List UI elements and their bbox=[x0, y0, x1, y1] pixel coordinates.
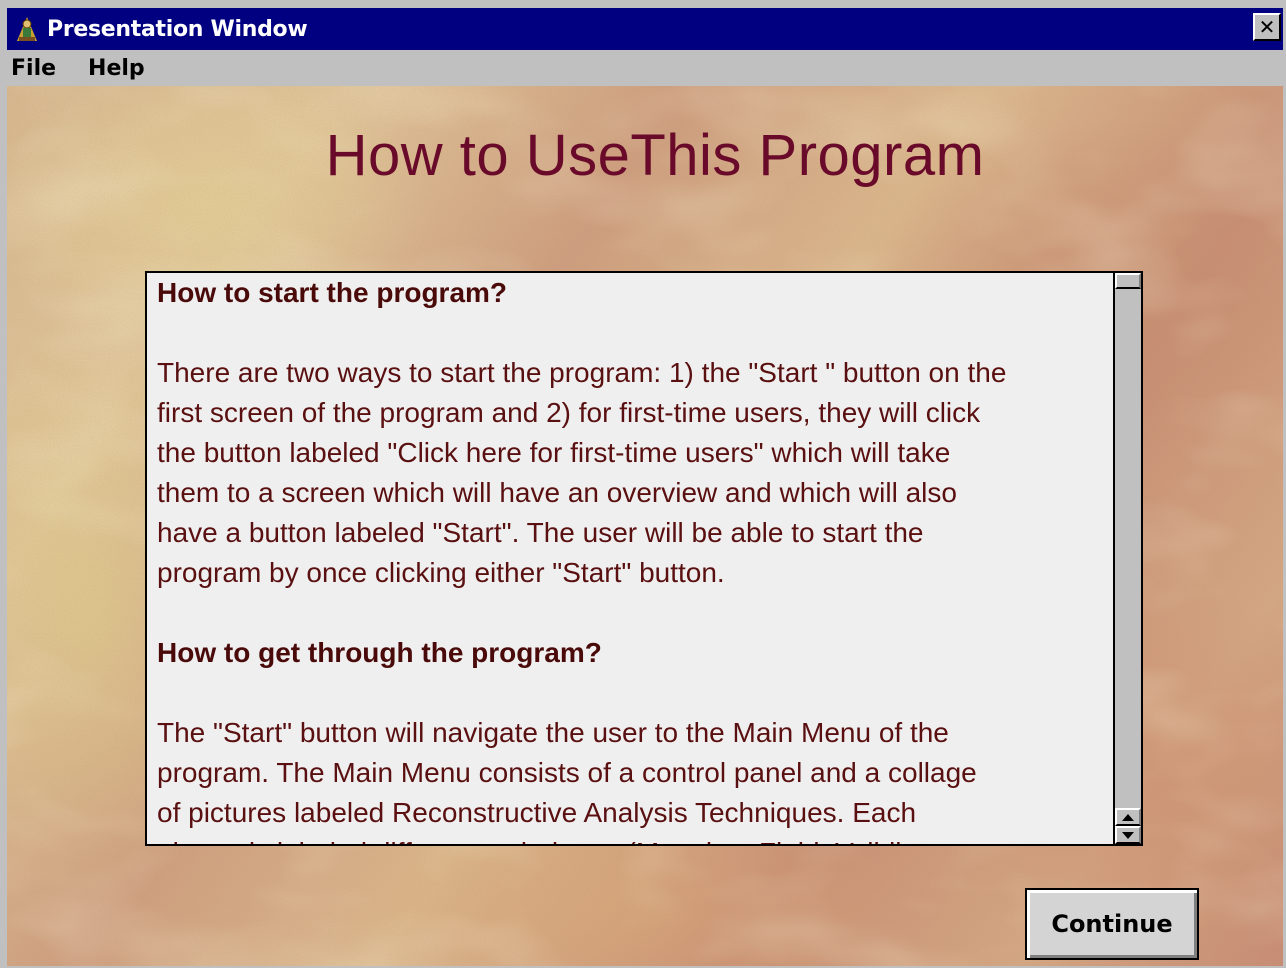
menu-bar: File Help bbox=[7, 50, 1283, 86]
page-title: How to UseThis Program bbox=[325, 123, 985, 188]
presentation-window: Presentation Window ✕ File Help How to U… bbox=[0, 0, 1286, 968]
content-area: How to UseThis Program How to start the … bbox=[7, 86, 1283, 966]
scroll-down-button[interactable] bbox=[1115, 826, 1141, 844]
continue-button[interactable]: Continue bbox=[1025, 888, 1199, 960]
presentation-app-icon bbox=[13, 15, 41, 43]
help-text-content: How to start the program? There are two … bbox=[157, 273, 1112, 844]
title-bar[interactable]: Presentation Window ✕ bbox=[7, 8, 1283, 50]
arrow-up-icon bbox=[1122, 813, 1134, 821]
section-body-start: There are two ways to start the program:… bbox=[157, 357, 1007, 588]
window-title: Presentation Window bbox=[47, 16, 308, 42]
section-heading-start: How to start the program? bbox=[157, 277, 508, 308]
close-button[interactable]: ✕ bbox=[1253, 13, 1281, 41]
menu-file[interactable]: File bbox=[7, 56, 72, 81]
arrow-down-icon bbox=[1122, 831, 1134, 839]
section-heading-navigate: How to get through the program? bbox=[157, 637, 602, 668]
help-text-panel[interactable]: How to start the program? There are two … bbox=[145, 271, 1143, 846]
section-body-navigate: The "Start" button will navigate the use… bbox=[157, 717, 977, 844]
scrollbar-thumb[interactable] bbox=[1115, 273, 1141, 289]
vertical-scrollbar[interactable] bbox=[1113, 273, 1141, 844]
menu-help[interactable]: Help bbox=[76, 56, 161, 81]
scroll-up-button[interactable] bbox=[1115, 808, 1141, 826]
close-icon: ✕ bbox=[1258, 15, 1276, 39]
